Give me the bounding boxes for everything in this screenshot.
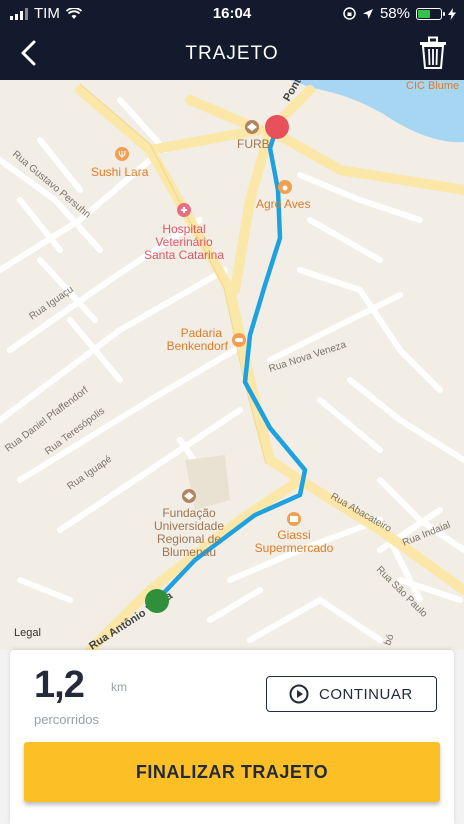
location-arrow-icon (362, 8, 373, 19)
hospital-icon (177, 203, 191, 217)
map-legal-link[interactable]: Legal (14, 627, 41, 639)
poi-fundacao-1: Fundação (162, 506, 216, 520)
distance-display: 1,2 km percorridos (34, 664, 127, 727)
battery-icon (416, 7, 445, 20)
poi-cic: CIC Blume (406, 80, 459, 92)
poi-hospital-1: Hospital (162, 222, 205, 236)
finish-route-label: FINALIZAR TRAJETO (135, 761, 329, 782)
continue-label: CONTINUAR (319, 685, 413, 703)
street-iguacu: Rua Iguaçu (27, 284, 75, 322)
route-map[interactable]: Ψ Sushi Lara FURB Agro Aves Hospital Vet… (0, 80, 464, 650)
poi-fundacao-4: Blumenau (162, 545, 216, 559)
poi-fundacao-3: Regional de (157, 532, 221, 546)
play-circle-icon (289, 684, 309, 704)
poi-agro: Agro Aves (256, 197, 310, 211)
route-start-marker[interactable] (145, 589, 169, 613)
school-icon (182, 489, 196, 503)
poi-furb: FURB (237, 137, 270, 151)
pet-store-icon (278, 180, 292, 194)
poi-sushi: Sushi Lara (91, 165, 149, 179)
svg-text:Ψ: Ψ (118, 150, 126, 161)
street-bo: bó (382, 632, 396, 647)
charging-icon (448, 7, 456, 20)
status-bar: TIM 16:04 58% (0, 0, 464, 28)
trash-icon[interactable] (418, 36, 448, 70)
distance-label: percorridos (34, 712, 100, 727)
orientation-lock-icon (343, 7, 356, 20)
poi-hospital-3: Santa Catarina (144, 248, 224, 262)
battery-percent: 58% (379, 5, 410, 22)
route-end-marker[interactable] (265, 115, 289, 139)
bakery-icon (232, 333, 246, 347)
poi-padaria-1: Padaria (181, 326, 223, 340)
sushi-icon: Ψ (115, 147, 129, 161)
header-bar: TRAJETO (0, 28, 464, 80)
map-canvas[interactable]: Ψ Sushi Lara FURB Agro Aves Hospital Vet… (0, 80, 464, 650)
distance-unit: km (111, 680, 127, 694)
finish-route-button[interactable]: FINALIZAR TRAJETO (24, 742, 440, 802)
poi-giassi-2: Supermercado (255, 541, 334, 555)
poi-padaria-2: Benkendorf (167, 339, 229, 353)
poi-giassi-1: Giassi (277, 528, 310, 542)
distance-value: 1,2 (34, 664, 85, 706)
street-sao-paulo: Rua São Paulo (374, 564, 430, 620)
street-gustavo: Rua Gustavo Persuhn (10, 149, 92, 221)
supermarket-icon (287, 512, 301, 526)
university-icon (245, 120, 259, 134)
street-iguape: Rua Iguapé (65, 454, 114, 493)
continue-button[interactable]: CONTINUAR (266, 676, 437, 712)
poi-hospital-2: Veterinário (155, 235, 213, 249)
poi-fundacao-2: Universidade (154, 519, 224, 533)
page-title: TRAJETO (185, 43, 279, 64)
trip-summary-panel: 1,2 km percorridos CONTINUAR FINALIZAR T… (10, 650, 454, 824)
status-right: 58% (343, 5, 456, 22)
